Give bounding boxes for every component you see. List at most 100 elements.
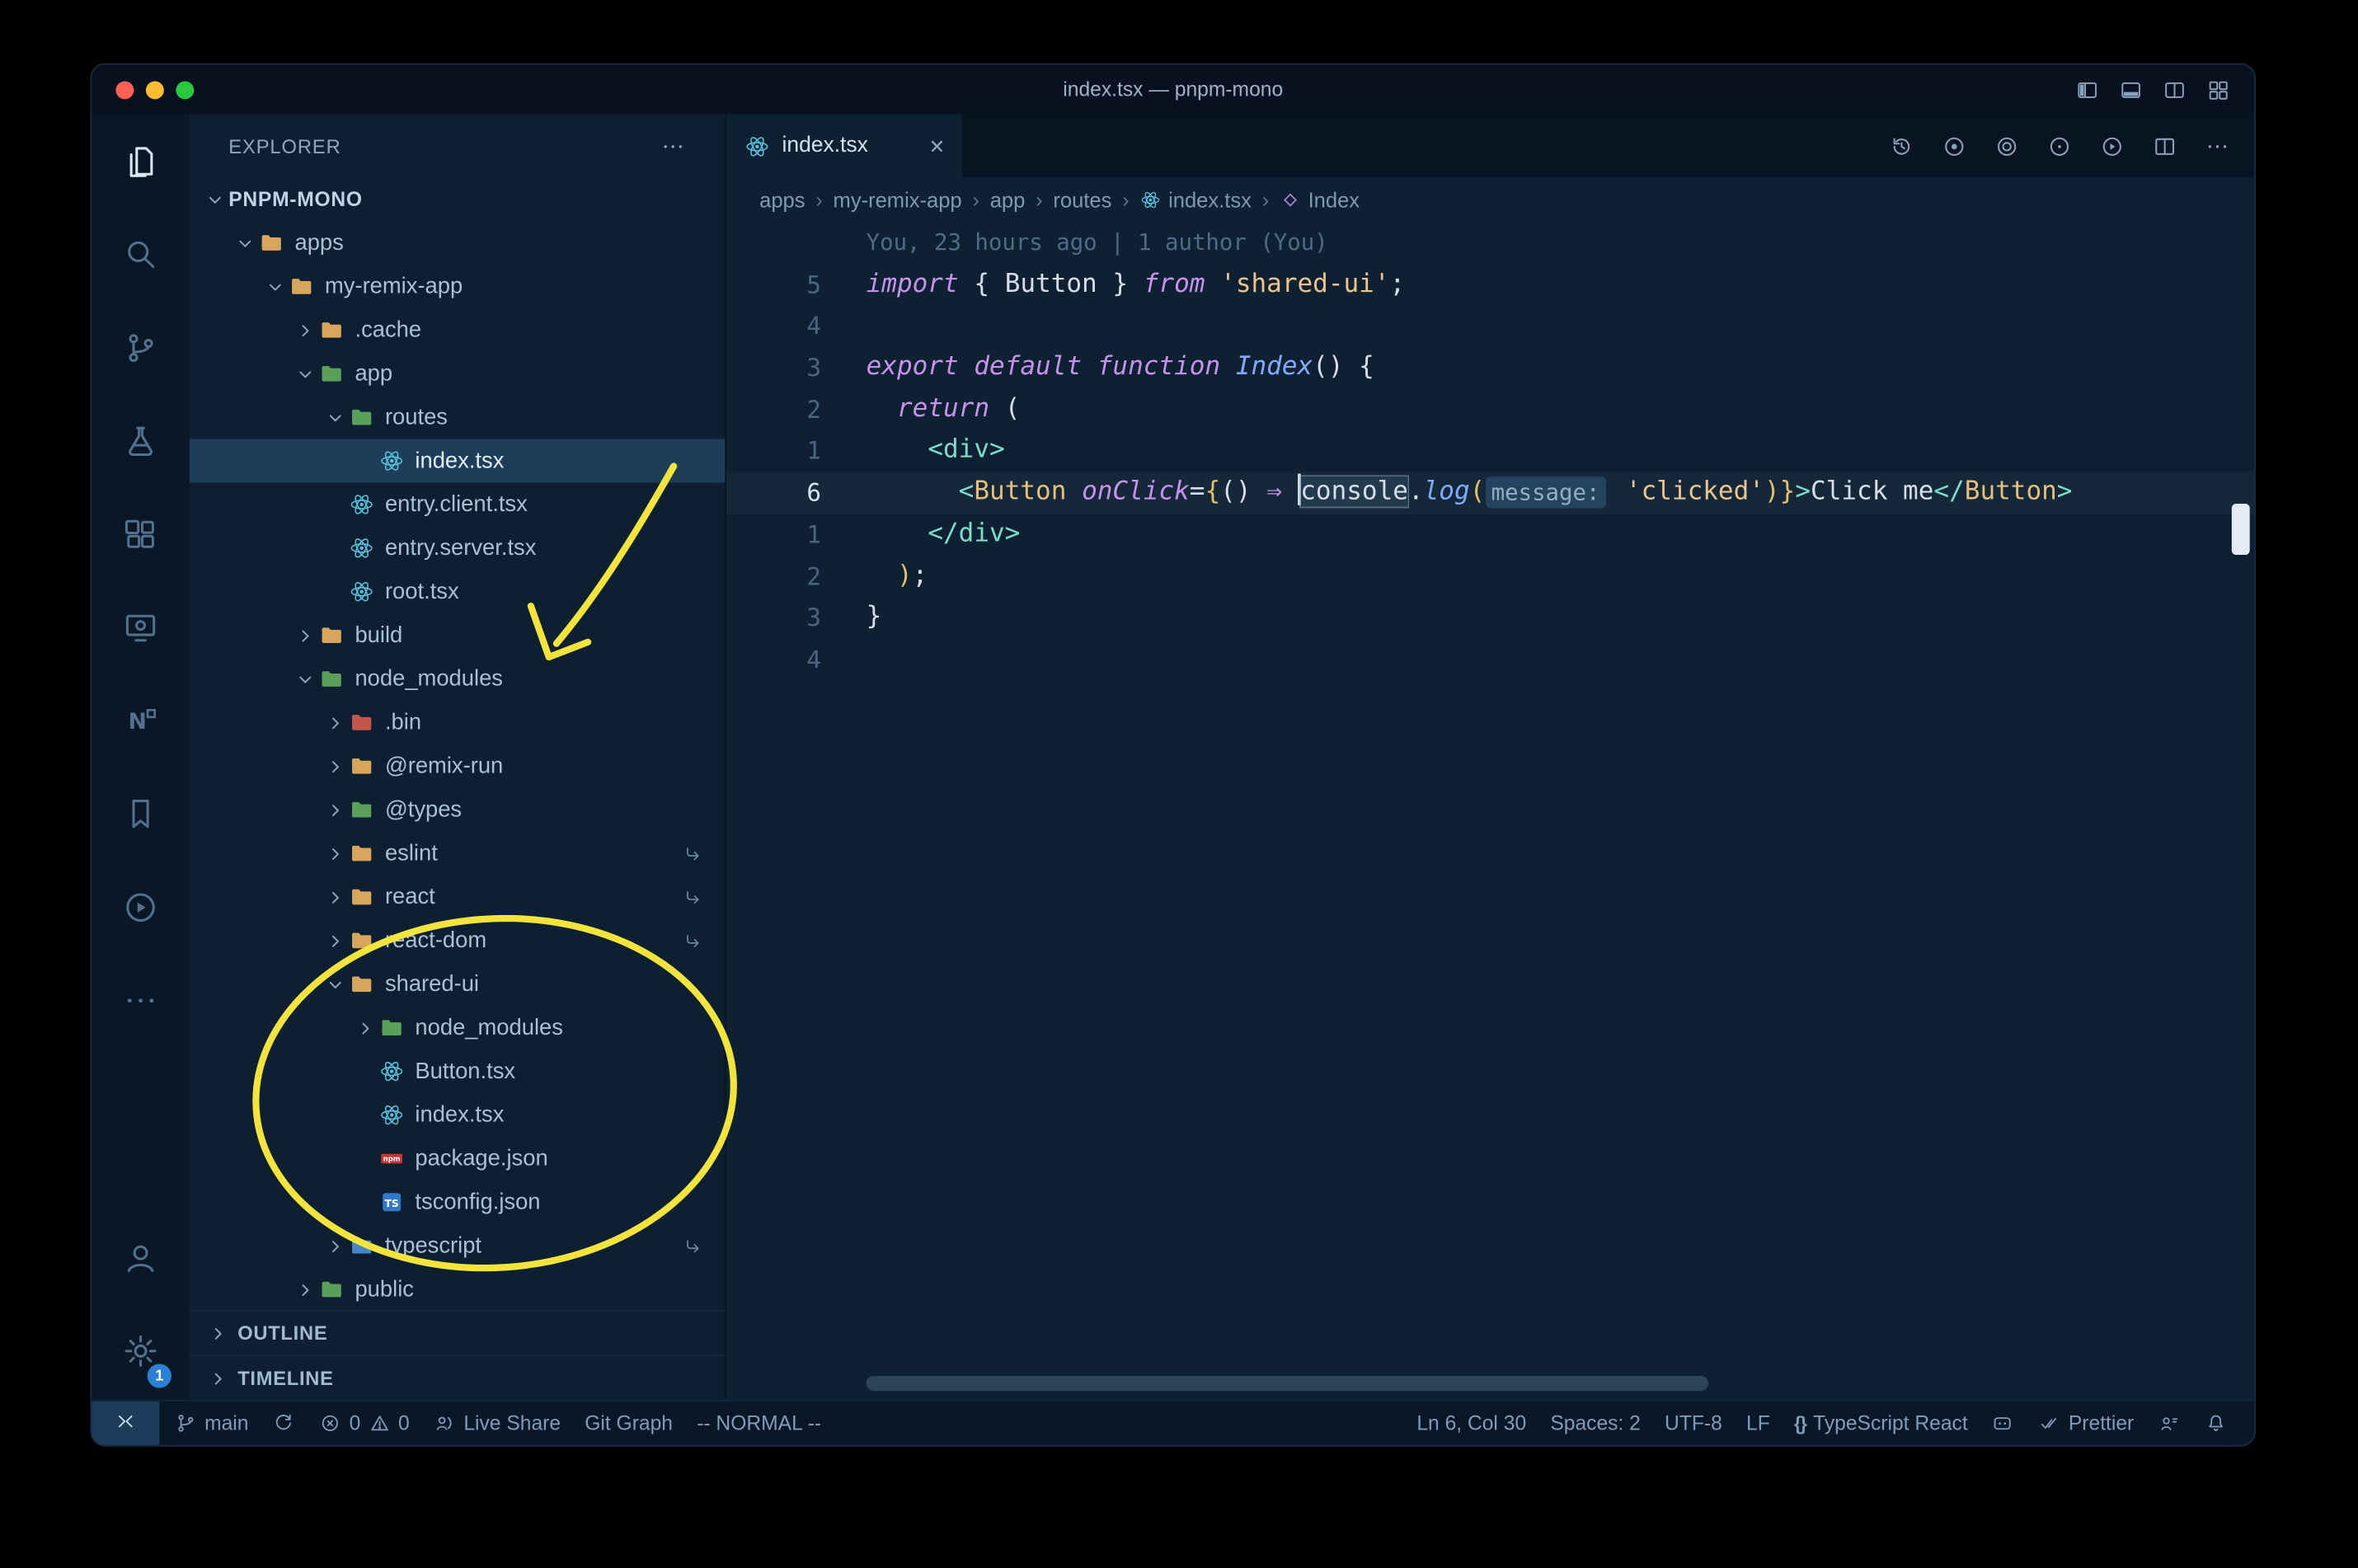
- code-editor[interactable]: You, 23 hours ago | 1 author (You) 5 impor…: [726, 223, 2255, 1400]
- status-formatter[interactable]: Prettier: [2027, 1401, 2146, 1445]
- breadcrumb-item-apps[interactable]: apps: [759, 188, 805, 212]
- status-vim-mode[interactable]: -- NORMAL --: [685, 1401, 834, 1445]
- tree-item-public[interactable]: public: [190, 1268, 725, 1310]
- layout-panel-icon[interactable]: [2119, 77, 2143, 101]
- explorer-icon[interactable]: [92, 115, 190, 208]
- chevron-down-icon: [322, 970, 349, 998]
- chevron-right-icon: [322, 753, 349, 780]
- breadcrumb-item-routes[interactable]: routes: [1053, 188, 1111, 212]
- tree-item-root.tsx[interactable]: root.tsx: [190, 570, 725, 613]
- close-window-button[interactable]: [115, 80, 134, 99]
- extensions-icon[interactable]: [92, 487, 190, 580]
- nx-console-icon[interactable]: N: [92, 674, 190, 767]
- layout-grid-icon[interactable]: [2206, 77, 2230, 101]
- status-git-graph[interactable]: Git Graph: [573, 1401, 685, 1445]
- run-and-debug-icon[interactable]: [92, 394, 190, 487]
- tree-item-build[interactable]: build: [190, 613, 725, 657]
- close-tab-icon[interactable]: ×: [929, 133, 944, 158]
- status-notifications[interactable]: [2192, 1401, 2239, 1445]
- status-problems[interactable]: 00: [308, 1401, 422, 1445]
- tree-item-typescript[interactable]: typescript: [190, 1224, 725, 1268]
- chevron-right-icon: [322, 927, 349, 954]
- tree-item-node_modules[interactable]: node_modules: [190, 1006, 725, 1049]
- tree-item-@remix-run[interactable]: @remix-run: [190, 744, 725, 788]
- breadcrumb-item-my-remix-app[interactable]: my-remix-app: [834, 188, 962, 212]
- status-live-share[interactable]: Live Share: [421, 1401, 572, 1445]
- tree-item-app[interactable]: app: [190, 352, 725, 396]
- tree-item-label: typescript: [384, 1232, 482, 1259]
- status-language-mode[interactable]: {} TypeScript React: [1782, 1401, 1980, 1445]
- more-views-icon[interactable]: [92, 953, 190, 1046]
- live-server-icon[interactable]: [92, 860, 190, 953]
- breadcrumb-item-app[interactable]: app: [990, 188, 1026, 212]
- open-preview-icon[interactable]: [1994, 133, 2020, 158]
- gitlens-icon[interactable]: [1942, 133, 1967, 158]
- status-screencast[interactable]: [2146, 1401, 2193, 1445]
- split-editor-icon[interactable]: [2152, 133, 2177, 158]
- tree-item-my-remix-app[interactable]: my-remix-app: [190, 265, 725, 308]
- tree-item-routes[interactable]: routes: [190, 396, 725, 439]
- run-code-icon[interactable]: [2099, 133, 2125, 158]
- layout-split-icon[interactable]: [2163, 77, 2187, 101]
- status-label: Prettier: [2068, 1411, 2135, 1435]
- tree-item-entry.client.tsx[interactable]: entry.client.tsx: [190, 483, 725, 527]
- minimize-window-button[interactable]: [145, 80, 164, 99]
- tree-item-react[interactable]: react: [190, 876, 725, 919]
- tree-item-shared-ui[interactable]: shared-ui: [190, 962, 725, 1006]
- tab-index-tsx[interactable]: index.tsx ×: [726, 114, 965, 178]
- zoom-window-button[interactable]: [176, 80, 195, 99]
- folder-red-icon: [349, 710, 374, 735]
- tree-item-index.tsx[interactable]: index.tsx: [190, 1093, 725, 1137]
- status-git-branch[interactable]: main: [162, 1401, 261, 1445]
- tree-item-.bin[interactable]: .bin: [190, 701, 725, 744]
- symlink-icon: [683, 843, 704, 864]
- outline-section[interactable]: OUTLINE: [189, 1309, 726, 1355]
- tree-item-react-dom[interactable]: react-dom: [190, 918, 725, 962]
- tree-item-label: eslint: [384, 840, 438, 866]
- bookmarks-icon[interactable]: [92, 767, 190, 860]
- status-encoding[interactable]: UTF-8: [1652, 1401, 1734, 1445]
- layout-sidebar-icon[interactable]: [2075, 77, 2099, 101]
- search-icon[interactable]: [92, 208, 190, 301]
- settings-icon[interactable]: 1: [92, 1303, 190, 1397]
- more-actions-icon[interactable]: [2205, 133, 2230, 158]
- tree-item-Button.tsx[interactable]: Button.tsx: [190, 1049, 725, 1093]
- tree-item-entry.server.tsx[interactable]: entry.server.tsx: [190, 526, 725, 570]
- tree-item-.cache[interactable]: .cache: [190, 308, 725, 352]
- liveshare-icon: [434, 1412, 456, 1434]
- status-cursor-position[interactable]: Ln 6, Col 30: [1405, 1401, 1538, 1445]
- status-sync-changes[interactable]: [261, 1401, 308, 1445]
- react-icon: [1139, 190, 1161, 211]
- tree-item-PNPM-MONO[interactable]: PNPM-MONO: [190, 177, 725, 221]
- timeline-history-icon[interactable]: [1889, 133, 1914, 158]
- tree-item-label: @remix-run: [384, 753, 504, 779]
- remote-explorer-icon[interactable]: [92, 580, 190, 674]
- tree-item-eslint[interactable]: eslint: [190, 832, 725, 876]
- status-copilot[interactable]: [1980, 1401, 2027, 1445]
- horizontal-scrollbar[interactable]: [866, 1375, 1709, 1392]
- code-line: 3 export default function Index() {: [726, 347, 2254, 389]
- tree-item-tsconfig.json[interactable]: TS tsconfig.json: [190, 1181, 725, 1224]
- views-more-icon[interactable]: [660, 133, 686, 158]
- tree-item-apps[interactable]: apps: [190, 221, 725, 265]
- status-indentation[interactable]: Spaces: 2: [1538, 1401, 1653, 1445]
- status-remote-indicator[interactable]: [92, 1401, 160, 1445]
- code-line: 5 import { Button } from 'shared-ui';: [726, 264, 2254, 306]
- open-changes-icon[interactable]: [2046, 133, 2072, 158]
- account-icon[interactable]: [92, 1210, 190, 1303]
- source-control-icon[interactable]: [92, 301, 190, 394]
- check-icon: [2038, 1412, 2060, 1434]
- timeline-label: TIMELINE: [237, 1367, 334, 1390]
- tree-item-node_modules[interactable]: node_modules: [190, 657, 725, 701]
- status-eol[interactable]: LF: [1734, 1401, 1782, 1445]
- line-number: 6: [806, 478, 821, 507]
- settings-badge: 1: [147, 1364, 171, 1388]
- tree-item-@types[interactable]: @types: [190, 788, 725, 832]
- folder-orange-icon: [349, 971, 374, 997]
- breadcrumb-item-index.tsx[interactable]: index.tsx: [1139, 188, 1252, 212]
- tree-item-package.json[interactable]: npm package.json: [190, 1137, 725, 1181]
- breadcrumb-item-Index[interactable]: Index: [1280, 188, 1360, 212]
- timeline-section[interactable]: TIMELINE: [189, 1354, 726, 1400]
- tree-item-index.tsx[interactable]: index.tsx: [189, 439, 726, 483]
